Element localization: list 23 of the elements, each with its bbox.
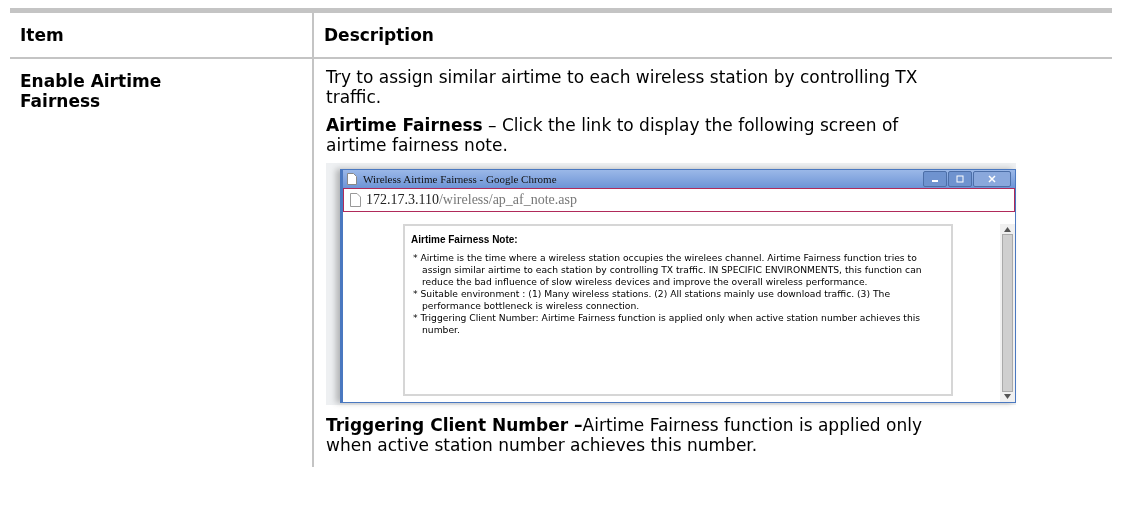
description-text: Try to assign similar airtime to each wireless station by controlling TX traffic. [326,67,919,107]
close-button[interactable] [973,171,1011,187]
scrollbar[interactable] [1000,224,1015,402]
maximize-button[interactable] [948,171,972,187]
description-text: Airtime Fairness – Click the link to display the following screen of airtime fairness note. [326,115,900,155]
maximize-icon [956,175,964,183]
minimize-button[interactable] [923,171,947,187]
column-header: Description [313,10,1112,58]
url-text: 172.17.3.110/wireless/ap_af_note.asp [366,192,577,208]
page-icon [347,173,357,185]
window-title: Wireless Airtime Fairness - Google Chrome [363,173,557,185]
note-text: * Suitable environment : (1) Many wireless stations. (2) All stations mainly use download traffic. (3) The performance bottleneck is wireless connection. [412,288,892,312]
address-bar[interactable]: 172.17.3.110/wireless/ap_af_note.asp [343,188,1015,212]
scroll-down-icon[interactable] [1004,394,1011,399]
close-icon [988,175,996,183]
description-text: Triggering Client Number –Airtime Fairness function is applied only when active station number achieves this number. [326,415,923,455]
note-text: * Airtime is the time where a wireless station occupies the wirelees channel. Airtime Fairness function tries to assign similar airtime to each station by controlling TX traffic. IN SPECIFIC ENVIRONMENTS, this function can reduce the bad influence of slow wireless devices and improve the overall wireless performance. [412,252,923,288]
item-label: Enable Airtime Fairness [20,71,163,111]
page-icon [350,193,361,207]
column-header: Item [10,10,313,58]
scroll-up-icon[interactable] [1004,227,1011,232]
note-heading: Airtime Fairness Note: [411,234,519,246]
note-text: * Triggering Client Number: Airtime Fairness function is applied only when active station number achieves this number. [412,312,922,336]
